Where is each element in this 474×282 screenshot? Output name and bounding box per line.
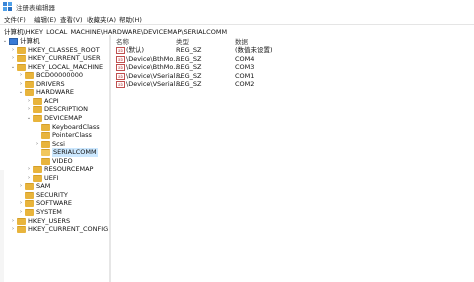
folder-icon — [17, 63, 26, 71]
folder-icon — [25, 89, 34, 97]
folder-icon — [33, 97, 42, 105]
folder-icon — [17, 46, 26, 54]
collapse-arrow-icon[interactable]: ⌄ — [2, 37, 8, 46]
folder-icon — [25, 191, 34, 199]
folder-icon — [25, 183, 34, 191]
column-header-type[interactable]: 类型 — [176, 36, 189, 46]
expand-arrow-icon[interactable]: › — [18, 208, 24, 217]
menu-favorites[interactable]: 收藏夹(A) — [87, 14, 116, 24]
folder-icon — [33, 114, 42, 122]
string-value-icon: ab — [116, 55, 125, 63]
table-row[interactable]: ab \Device\VSerial... REG_SZ COM2 — [111, 80, 474, 89]
folder-icon — [41, 157, 50, 165]
registry-tree[interactable]: ⌄ 计算机 › HKEY_CLASSES_ROOT › HKEY_CURRENT_USER… — [0, 35, 109, 282]
string-value-icon: ab — [116, 47, 125, 54]
tree-item-label: HKEY_CURRENT_CONFIG — [28, 225, 109, 234]
folder-icon — [25, 200, 34, 208]
folder-icon — [41, 149, 50, 157]
left-edge-strip — [0, 170, 4, 282]
cell-name: \Device\VSerial... — [126, 80, 182, 89]
window-title: 注册表编辑器 — [16, 4, 55, 12]
folder-icon — [17, 226, 26, 234]
menu-view[interactable]: 查看(V) — [60, 14, 83, 24]
folder-icon — [17, 55, 26, 63]
folder-icon — [41, 140, 50, 148]
menu-bar: 文件(F) 编辑(E) 查看(V) 收藏夹(A) 帮助(H) — [0, 13, 474, 24]
collapse-arrow-icon[interactable]: ⌄ — [18, 88, 24, 97]
registry-editor-icon — [3, 2, 12, 11]
menu-help[interactable]: 帮助(H) — [119, 14, 142, 24]
menu-edit[interactable]: 编辑(E) — [34, 14, 56, 24]
folder-icon — [33, 166, 42, 174]
expand-arrow-icon[interactable]: › — [10, 225, 16, 234]
column-header-data[interactable]: 数据 — [235, 36, 248, 46]
folder-icon — [25, 72, 34, 80]
title-bar: 注册表编辑器 — [0, 0, 474, 13]
cell-data: COM2 — [235, 80, 255, 89]
string-value-icon: ab — [116, 64, 125, 72]
string-value-icon: ab — [116, 81, 125, 89]
computer-icon — [9, 38, 18, 45]
folder-icon — [25, 209, 34, 216]
folder-icon — [25, 80, 34, 88]
expand-arrow-icon[interactable] — [34, 157, 40, 166]
folder-icon — [41, 132, 50, 140]
menu-file[interactable]: 文件(F) — [4, 14, 26, 24]
string-value-icon: ab — [116, 72, 125, 80]
folder-icon — [17, 217, 26, 225]
column-header-name[interactable]: 名称 — [116, 36, 129, 46]
folder-icon — [33, 106, 42, 114]
collapse-arrow-icon[interactable]: ⌄ — [10, 63, 16, 72]
collapse-arrow-icon[interactable]: ⌄ — [26, 114, 32, 123]
value-list[interactable]: 名称 类型 数据 ab (默认) REG_SZ (数值未设置) ab \Device\Bt… — [111, 35, 474, 282]
folder-icon — [33, 174, 42, 182]
cell-type: REG_SZ — [176, 80, 202, 89]
folder-icon — [41, 123, 50, 131]
expand-arrow-icon[interactable]: › — [26, 174, 32, 183]
